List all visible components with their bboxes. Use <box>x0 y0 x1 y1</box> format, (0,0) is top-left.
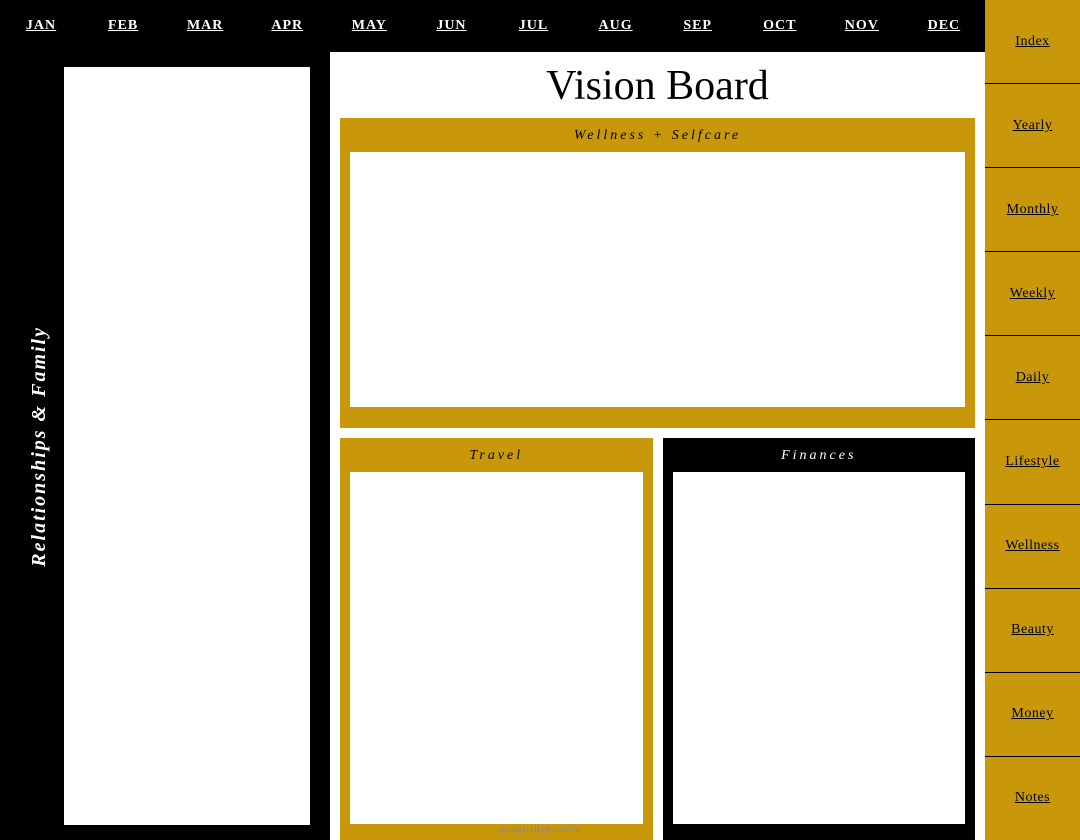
relationships-image-area <box>64 67 310 825</box>
sidebar-item-label-yearly: Yearly <box>1013 118 1053 134</box>
wellness-label: Wellness + Selfcare <box>350 128 965 144</box>
sidebar-item-label-index: Index <box>1015 34 1049 50</box>
sidebar-item-wellness[interactable]: Wellness <box>985 505 1080 589</box>
month-jul[interactable]: JUL <box>492 0 574 52</box>
sidebar-item-daily[interactable]: Daily <box>985 336 1080 420</box>
month-may[interactable]: MAY <box>328 0 410 52</box>
month-sep[interactable]: SEP <box>657 0 739 52</box>
sidebar-item-label-money: Money <box>1011 706 1053 722</box>
sidebar-item-label-lifestyle: Lifestyle <box>1005 454 1059 470</box>
wellness-section: Wellness + Selfcare <box>340 118 975 428</box>
finances-image-area <box>673 472 966 824</box>
page-title: Vision Board <box>330 52 985 118</box>
month-feb[interactable]: FEB <box>82 0 164 52</box>
sidebar-item-label-notes: Notes <box>1015 790 1050 806</box>
sidebar-item-index[interactable]: Index <box>985 0 1080 84</box>
sidebar-item-label-daily: Daily <box>1016 370 1050 386</box>
sidebar-item-monthly[interactable]: Monthly <box>985 168 1080 252</box>
wellness-image-area <box>350 152 965 407</box>
sidebar-item-weekly[interactable]: Weekly <box>985 252 1080 336</box>
sidebar-item-money[interactable]: Money <box>985 673 1080 757</box>
month-apr[interactable]: APR <box>246 0 328 52</box>
month-jan[interactable]: JAN <box>0 0 82 52</box>
month-oct[interactable]: OCT <box>739 0 821 52</box>
travel-section: Travel <box>340 438 653 840</box>
center-content: Vision Board Wellness + Selfcare Travel … <box>330 52 985 840</box>
sidebar-item-label-wellness: Wellness <box>1005 538 1059 554</box>
sidebar-item-lifestyle[interactable]: Lifestyle <box>985 420 1080 504</box>
sidebar-item-beauty[interactable]: Beauty <box>985 589 1080 673</box>
finances-label: Finances <box>673 448 966 464</box>
sidebar-item-label-monthly: Monthly <box>1007 202 1059 218</box>
month-jun[interactable]: JUN <box>410 0 492 52</box>
travel-label: Travel <box>350 448 643 464</box>
relationships-section: Relationships & Family <box>0 52 330 840</box>
finances-section: Finances <box>663 438 976 840</box>
month-aug[interactable]: AUG <box>575 0 657 52</box>
right-sidebar: Index Yearly Monthly Weekly Daily Lifestyle We… <box>985 0 1080 840</box>
sidebar-item-notes[interactable]: Notes <box>985 757 1080 840</box>
month-nov[interactable]: NOV <box>821 0 903 52</box>
travel-image-area <box>350 472 643 824</box>
month-navigation: JANFEBMARAPRMAYJUNJULAUGSEPOCTNOVDEC <box>0 0 985 52</box>
sidebar-item-label-weekly: Weekly <box>1010 286 1055 302</box>
month-dec[interactable]: DEC <box>903 0 985 52</box>
month-mar[interactable]: MAR <box>164 0 246 52</box>
bottom-sections: Travel Finances <box>340 438 975 840</box>
relationships-label: Relationships & Family <box>20 326 59 567</box>
footer-credit: @digitallyposhlife <box>440 823 640 835</box>
sidebar-item-yearly[interactable]: Yearly <box>985 84 1080 168</box>
sidebar-item-label-beauty: Beauty <box>1011 622 1054 638</box>
